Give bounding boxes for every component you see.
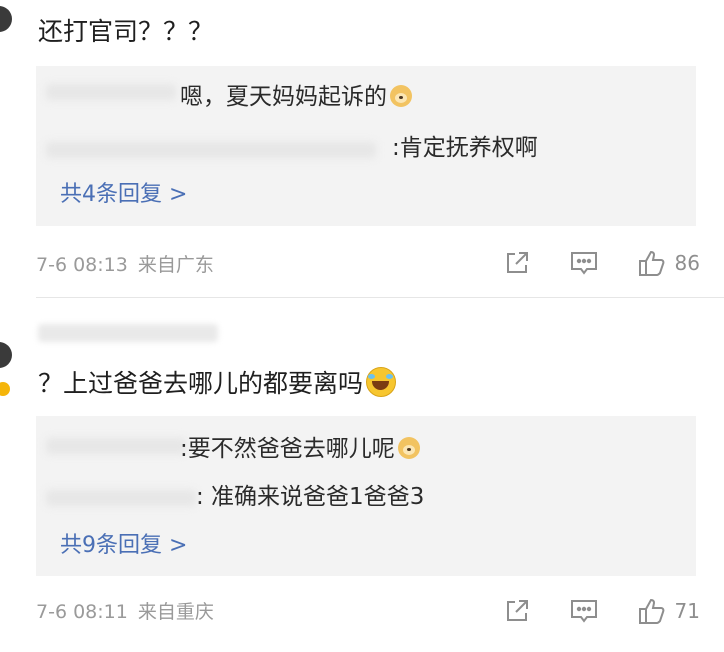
avatar[interactable] (0, 6, 12, 32)
comment-actions: 86 (465, 248, 700, 278)
like-button[interactable]: 71 (637, 596, 700, 626)
blurred-username (46, 438, 186, 454)
comment-icon (570, 600, 597, 623)
blurred-username (46, 142, 376, 158)
comment-button[interactable] (569, 597, 599, 625)
thumbs-up-icon (638, 598, 664, 624)
comment-actions: 71 (465, 596, 700, 626)
comment-meta: 7-6 08:11 来自重庆 (36, 599, 214, 625)
comment-button[interactable] (569, 249, 599, 277)
view-all-replies-link[interactable]: 共4条回复 > (60, 181, 187, 209)
comment-text: ？上过爸爸去哪儿的都要离吗 (38, 367, 397, 400)
blurred-username (46, 84, 176, 100)
comment-icon (570, 252, 597, 275)
reply-box: :要不然爸爸去哪儿呢 : 准确来说爸爸1爸爸3 共9条回复 > (36, 416, 696, 576)
like-count: 86 (674, 251, 700, 275)
comment-time: 7-6 08:13 (36, 254, 128, 276)
share-icon (506, 600, 528, 621)
reply-box: 嗯，夏天妈妈起诉的 :肯定抚养权啊 共4条回复 > (36, 66, 696, 226)
laugh-cry-emoji (366, 367, 397, 397)
comment-item: ？上过爸爸去哪儿的都要离吗 :要不然爸爸去哪儿呢 : 准确来说爸爸1爸爸3 共9… (0, 300, 724, 652)
thumbs-up-icon (638, 250, 664, 276)
share-icon (506, 252, 528, 273)
comment-location: 来自广东 (137, 254, 214, 276)
share-button[interactable] (503, 249, 531, 277)
reply-item: :肯定抚养权啊 (392, 135, 538, 161)
comment-time: 7-6 08:11 (36, 601, 128, 623)
doge-emoji (397, 437, 420, 459)
like-button[interactable]: 86 (637, 248, 700, 278)
blurred-username (38, 324, 218, 342)
avatar[interactable] (0, 342, 12, 368)
comment-meta: 7-6 08:13 来自广东 (36, 252, 214, 278)
divider (36, 297, 724, 298)
comment-location: 来自重庆 (137, 601, 214, 623)
view-all-replies-link[interactable]: 共9条回复 > (60, 532, 187, 560)
share-button[interactable] (503, 597, 531, 625)
like-count: 71 (674, 599, 700, 623)
reply-item: :要不然爸爸去哪儿呢 (180, 434, 420, 464)
blurred-username (46, 490, 196, 506)
doge-emoji (390, 85, 412, 107)
reply-item: : 准确来说爸爸1爸爸3 (196, 484, 425, 510)
comment-text: 还打官司？？？ (38, 17, 214, 46)
reply-item: 嗯，夏天妈妈起诉的 (180, 82, 412, 112)
vip-badge-icon (0, 380, 12, 398)
comment-item: 还打官司？？？ 嗯，夏天妈妈起诉的 :肯定抚养权啊 共4条回复 > 7-6 08… (0, 0, 724, 300)
